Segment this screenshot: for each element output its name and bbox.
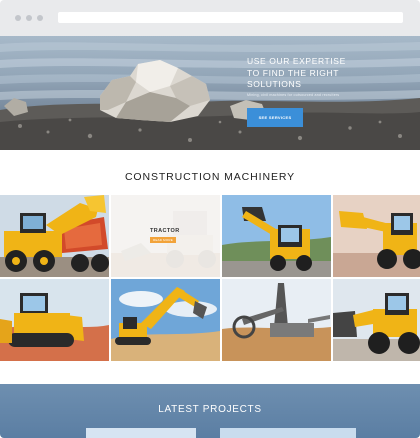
tractor-image — [111, 195, 220, 277]
machinery-tile[interactable] — [0, 279, 109, 361]
bucket-wheel-excavator-image — [222, 279, 331, 361]
project-thumbnail[interactable] — [220, 428, 356, 438]
window-dot-icon[interactable] — [37, 15, 43, 21]
tile-hover-label: TRACTOR — [150, 228, 180, 234]
project-thumbnail[interactable] — [86, 428, 196, 438]
dump-truck-excavator-image — [0, 195, 109, 277]
see-services-button[interactable]: SEE SERVICES — [247, 108, 303, 127]
section-title: CONSTRUCTION MACHINERY — [124, 171, 296, 183]
hero-subtext: Mining, civil machines for outsourced an… — [247, 93, 340, 97]
read-more-button[interactable]: READ MORE — [150, 237, 176, 243]
address-bar[interactable] — [58, 12, 403, 23]
hero-banner: USE OUR EXPERTISE TO FIND THE RIGHT SOLU… — [0, 36, 420, 150]
browser-toolbar — [0, 0, 420, 36]
skid-steer-loader-image — [222, 195, 331, 277]
hero-headline-line: USE OUR EXPERTISE — [247, 56, 346, 66]
machinery-tile[interactable] — [111, 279, 220, 361]
window-dot-icon[interactable] — [26, 15, 32, 21]
window-dot-icon[interactable] — [15, 15, 21, 21]
backhoe-loader-image — [333, 195, 420, 277]
machinery-tile[interactable] — [111, 195, 220, 277]
machinery-tile[interactable] — [222, 195, 331, 277]
excavator-image — [111, 279, 220, 361]
hero-headline: USE OUR EXPERTISE TO FIND THE RIGHT SOLU… — [247, 56, 367, 91]
hero-headline-line: SOLUTIONS — [247, 79, 302, 89]
quarry-rocks-image — [0, 42, 420, 150]
browser-frame: USE OUR EXPERTISE TO FIND THE RIGHT SOLU… — [0, 0, 420, 438]
section-title: LATEST PROJECTS — [158, 404, 262, 415]
machinery-tile[interactable] — [0, 195, 109, 277]
machinery-tile[interactable] — [222, 279, 331, 361]
wheel-loader-image — [333, 279, 420, 361]
bulldozer-image — [0, 279, 109, 361]
machinery-tile[interactable] — [333, 195, 420, 277]
machinery-tile[interactable] — [333, 279, 420, 361]
hero-headline-line: TO FIND THE RIGHT — [247, 67, 340, 78]
